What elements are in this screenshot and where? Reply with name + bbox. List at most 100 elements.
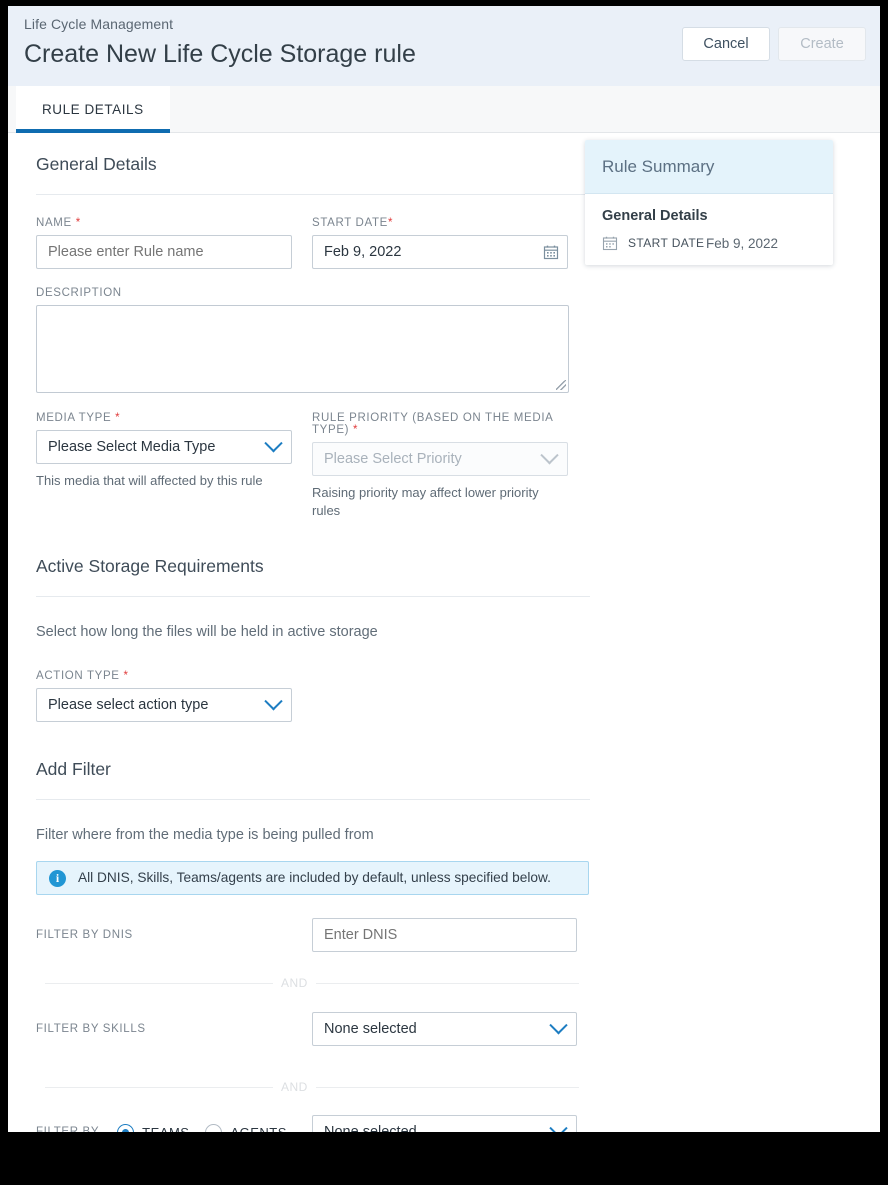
radio-agents-label: AGENTS xyxy=(230,1124,287,1133)
filter-by-skills-control: None selected xyxy=(312,1012,577,1046)
filter-by-skills-label: FILTER BY SKILLS xyxy=(36,1023,146,1035)
chevron-down-icon xyxy=(549,1015,568,1034)
filter-by-teams-agents-row: FILTER BY TEAMS AGENTS None selected xyxy=(36,1115,598,1132)
rule-summary-title: Rule Summary xyxy=(602,156,715,176)
rule-summary-header: Rule Summary xyxy=(585,140,833,194)
and-divider-1: AND xyxy=(45,976,579,990)
page-body: General Details NAME * START DATE* Feb 9… xyxy=(8,133,880,1132)
name-input[interactable] xyxy=(36,235,292,269)
header-actions: Cancel Create xyxy=(682,27,866,61)
tab-bar: RULE DETAILS xyxy=(8,86,880,133)
start-date-input-wrap: Feb 9, 2022 xyxy=(312,235,568,269)
name-field-group: NAME * xyxy=(36,217,292,269)
required-asterisk: * xyxy=(123,670,129,682)
calendar-icon[interactable] xyxy=(543,244,559,260)
section-divider xyxy=(36,799,590,800)
info-icon: i xyxy=(49,869,66,887)
add-filter-description: Filter where from the media type is bein… xyxy=(36,827,374,843)
action-type-select[interactable]: Please select action type xyxy=(36,688,292,722)
rule-summary-item-value: Feb 9, 2022 xyxy=(706,235,779,251)
radio-agents[interactable]: AGENTS xyxy=(205,1123,287,1133)
required-asterisk: * xyxy=(387,217,394,229)
start-date-field-group: START DATE* Feb 9, 2022 xyxy=(312,217,568,269)
radio-teams-label: TEAMS xyxy=(142,1124,190,1133)
start-date-label: START DATE* xyxy=(312,217,568,229)
rule-summary-body: General Details START DATE Feb 9, 2022 xyxy=(585,194,833,265)
section-divider xyxy=(36,194,590,195)
rule-priority-select[interactable]: Please Select Priority xyxy=(312,442,568,476)
section-divider xyxy=(36,596,590,597)
dnis-input[interactable] xyxy=(312,918,577,952)
chevron-down-icon xyxy=(264,433,283,452)
teams-agents-radio-group: TEAMS AGENTS xyxy=(117,1123,287,1133)
rule-priority-label: RULE PRIORITY (BASED ON THE MEDIA TYPE) … xyxy=(312,412,568,436)
filter-by-dnis-row: FILTER BY DNIS xyxy=(36,918,598,952)
calendar-icon xyxy=(602,235,618,251)
create-button[interactable]: Create xyxy=(778,27,866,61)
cancel-button[interactable]: Cancel xyxy=(682,27,770,61)
active-storage-description: Select how long the files will be held i… xyxy=(36,624,378,640)
required-asterisk: * xyxy=(115,412,121,424)
action-type-value: Please select action type xyxy=(48,697,209,713)
rule-priority-label-text: RULE PRIORITY (BASED ON THE MEDIA TYPE) xyxy=(312,412,553,436)
action-type-label-text: ACTION TYPE xyxy=(36,670,120,682)
radio-teams-dot xyxy=(117,1123,135,1132)
rule-summary-panel: Rule Summary General Details START DATE … xyxy=(585,140,833,265)
media-and-priority-row: MEDIA TYPE * Please Select Media Type Th… xyxy=(36,412,598,520)
chevron-down-icon xyxy=(264,691,283,710)
tab-rule-details-label: RULE DETAILS xyxy=(42,101,144,117)
and-divider-2: AND xyxy=(45,1080,579,1094)
required-asterisk: * xyxy=(352,424,359,436)
rule-priority-hint: Raising priority may affect lower priori… xyxy=(312,485,539,518)
divider-line xyxy=(45,982,273,984)
name-and-date-row: NAME * START DATE* Feb 9, 2022 xyxy=(36,217,598,269)
action-type-label: ACTION TYPE * xyxy=(36,670,598,682)
section-title-general-details: General Details xyxy=(36,154,157,174)
teams-value: None selected xyxy=(324,1124,417,1132)
info-banner-text: All DNIS, Skills, Teams/agents are inclu… xyxy=(78,870,551,885)
divider-line xyxy=(315,982,579,984)
and-label: AND xyxy=(281,1080,308,1094)
radio-agents-dot xyxy=(205,1123,223,1132)
description-label: DESCRIPTION xyxy=(36,287,122,299)
required-asterisk: * xyxy=(75,217,81,229)
action-type-field-group: ACTION TYPE * Please select action type xyxy=(36,670,598,722)
filter-by-label: FILTER BY xyxy=(36,1126,100,1132)
description-textarea[interactable] xyxy=(36,305,569,393)
rule-summary-group-title: General Details xyxy=(602,208,708,224)
rule-priority-field-group: RULE PRIORITY (BASED ON THE MEDIA TYPE) … xyxy=(312,412,568,520)
form-column: General Details NAME * START DATE* Feb 9… xyxy=(36,133,598,1132)
section-title-active-storage: Active Storage Requirements xyxy=(36,556,264,576)
name-label-text: NAME xyxy=(36,217,72,229)
section-title-add-filter: Add Filter xyxy=(36,759,111,779)
teams-select[interactable]: None selected xyxy=(312,1115,577,1132)
tab-rule-details[interactable]: RULE DETAILS xyxy=(16,86,170,133)
media-type-hint: This media that will affected by this ru… xyxy=(36,473,263,488)
start-date-input[interactable]: Feb 9, 2022 xyxy=(312,235,568,269)
description-field-group: DESCRIPTION xyxy=(36,287,598,393)
and-label: AND xyxy=(281,976,308,990)
media-type-field-group: MEDIA TYPE * Please Select Media Type Th… xyxy=(36,412,292,520)
filter-by-teams-control: None selected xyxy=(312,1115,577,1132)
skills-value: None selected xyxy=(324,1021,417,1037)
divider-line xyxy=(315,1086,579,1088)
filter-by-group: FILTER BY TEAMS AGENTS xyxy=(36,1123,312,1133)
radio-teams[interactable]: TEAMS xyxy=(117,1123,190,1133)
rule-priority-value: Please Select Priority xyxy=(324,451,462,467)
divider-line xyxy=(45,1086,273,1088)
rule-summary-item-label: START DATE xyxy=(628,235,705,250)
media-type-label: MEDIA TYPE * xyxy=(36,412,292,424)
start-date-label-text: START DATE xyxy=(312,217,388,229)
resize-handle-icon[interactable] xyxy=(556,380,566,390)
page-header: Life Cycle Management Create New Life Cy… xyxy=(8,6,880,86)
app-window: Life Cycle Management Create New Life Cy… xyxy=(8,6,880,1132)
media-type-value: Please Select Media Type xyxy=(48,439,216,455)
filter-by-dnis-label: FILTER BY DNIS xyxy=(36,929,133,941)
media-type-select[interactable]: Please Select Media Type xyxy=(36,430,292,464)
skills-select[interactable]: None selected xyxy=(312,1012,577,1046)
filter-by-dnis-control xyxy=(312,918,577,952)
info-banner: i All DNIS, Skills, Teams/agents are inc… xyxy=(36,861,589,895)
rule-summary-item: START DATE Feb 9, 2022 xyxy=(602,235,816,251)
chevron-down-icon xyxy=(549,1118,568,1132)
filter-by-skills-row: FILTER BY SKILLS None selected xyxy=(36,1012,598,1046)
